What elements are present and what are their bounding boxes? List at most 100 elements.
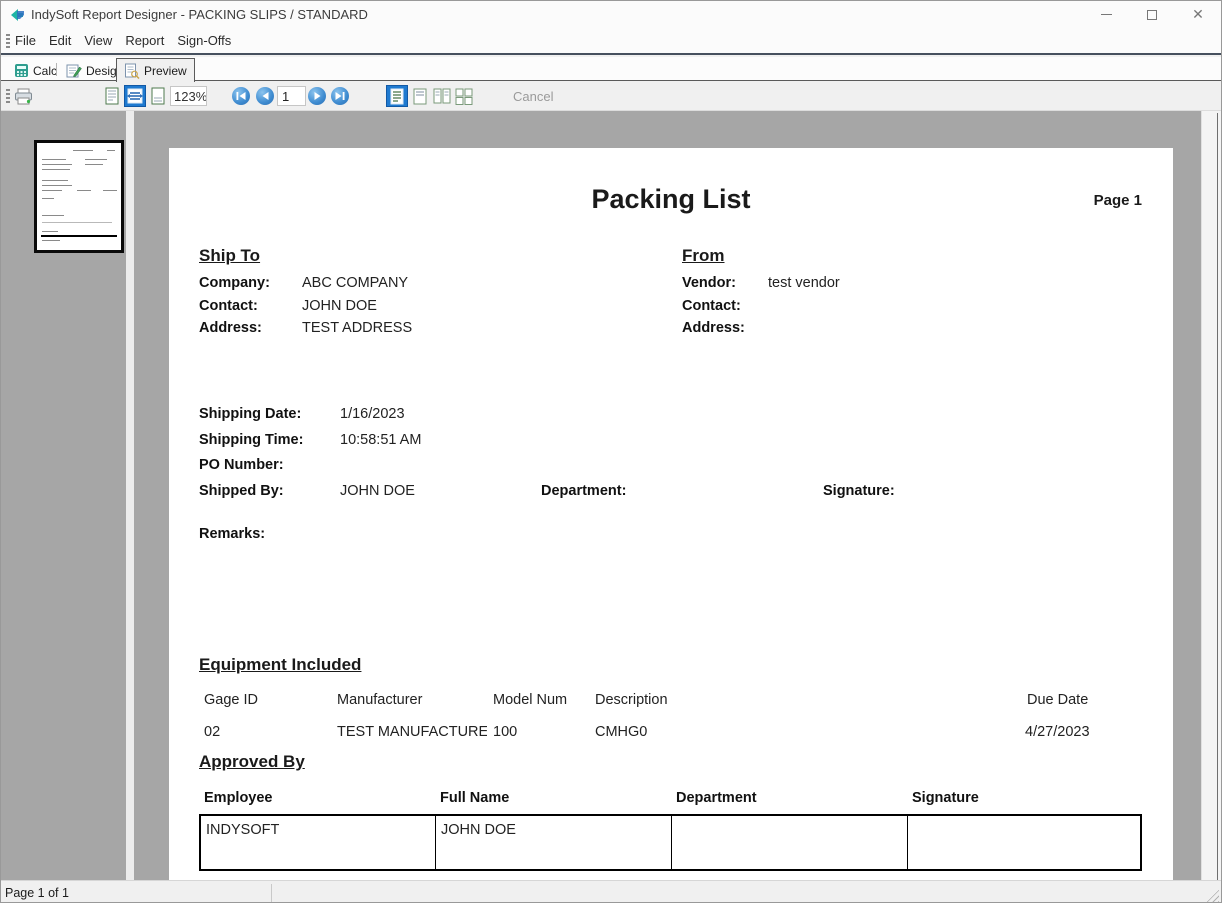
equipment-column-header: Description [595,692,668,708]
field-label: Shipping Time: [199,432,303,448]
report-title: Packing List [169,184,1173,215]
last-page-button[interactable] [331,87,349,105]
status-divider [271,884,272,902]
maximize-button[interactable] [1129,1,1175,28]
field-label: Shipping Date: [199,406,301,422]
single-page-icon [390,88,404,105]
menu-bar: File Edit View Report Sign-Offs [1,28,1221,55]
approved-cell [908,816,1140,869]
fit-width-icon [126,88,144,104]
calculator-icon [14,63,29,78]
tab-preview[interactable]: Preview [116,58,195,82]
field-value: JOHN DOE [302,298,377,314]
tab-calc-label: Calc [33,64,57,78]
tab-separator [56,63,57,76]
next-page-button[interactable] [308,87,326,105]
print-button[interactable] [11,85,37,107]
multiple-pages-icon [455,88,473,105]
from-heading: From [682,246,725,266]
approved-cell: JOHN DOE [436,816,672,869]
field-value: test vendor [768,275,840,291]
window-title: IndySoft Report Designer - PACKING SLIPS… [31,7,368,22]
resize-grip[interactable] [1205,888,1219,902]
zoom-100-button[interactable] [147,85,169,107]
vertical-scrollbar[interactable] [1201,111,1222,880]
minimize-button[interactable] [1083,1,1129,28]
next-page-icon [314,92,321,100]
menu-view[interactable]: View [84,33,112,48]
previous-page-icon [262,92,269,100]
last-page-icon [335,92,345,100]
tab-preview-label: Preview [144,64,187,78]
equipment-cell: TEST MANUFACTURER [337,724,487,740]
approved-column-header: Full Name [440,790,509,806]
report-page-number: Page 1 [1094,192,1142,209]
field-label: Address: [682,320,745,336]
preview-toolbar: 123% [1,82,1221,111]
layout-multiple-pages-button[interactable] [453,85,475,107]
layout-continuous-button[interactable] [409,85,431,107]
status-page-text: Page 1 of 1 [5,886,69,900]
equipment-heading: Equipment Included [199,655,361,675]
field-label: PO Number: [199,457,284,473]
status-bar: Page 1 of 1 [1,880,1221,903]
scrollbar-track-line [1217,113,1218,880]
approved-column-header: Employee [204,790,273,806]
printer-icon [14,88,34,105]
zoom-whole-page-button[interactable] [101,85,123,107]
report-page: Packing List Page 1 Ship To Company: ABC… [169,148,1173,880]
title-bar: IndySoft Report Designer - PACKING SLIPS… [1,1,1221,28]
menu-report[interactable]: Report [125,33,164,48]
ship-to-heading: Ship To [199,246,260,266]
page-thumbnail[interactable] [34,140,124,253]
equipment-cell: 02 [204,724,220,740]
zoom-level-field[interactable]: 123% [170,86,207,106]
thumbnail-panel [1,111,126,880]
equipment-column-header: Manufacturer [337,692,422,708]
field-value: TEST ADDRESS [302,320,412,336]
field-label: Vendor: [682,275,736,291]
field-value: 1/16/2023 [340,406,405,422]
toolbar-gripper[interactable] [6,89,10,103]
layout-two-pages-button[interactable] [431,85,453,107]
equipment-column-header: Due Date [1027,692,1088,708]
menu-edit[interactable]: Edit [49,33,71,48]
zoom-page-width-button[interactable] [124,85,146,107]
menu-sign-offs[interactable]: Sign-Offs [177,33,231,48]
remarks-label: Remarks: [199,526,265,542]
first-page-button[interactable] [232,87,250,105]
previous-page-button[interactable] [256,87,274,105]
equipment-cell: 100 [493,724,517,740]
approved-cell: INDYSOFT [201,816,436,869]
field-value: JOHN DOE [340,483,415,499]
approved-column-header: Signature [912,790,979,806]
tab-strip: Calc Design Preview [1,57,1221,81]
close-button[interactable]: ✕ [1175,1,1221,28]
menu-file[interactable]: File [15,33,36,48]
layout-single-page-button[interactable] [386,85,408,107]
equipment-cell: 4/27/2023 [1025,724,1090,740]
signature-label: Signature: [823,483,895,499]
preview-area: Packing List Page 1 Ship To Company: ABC… [134,111,1201,880]
continuous-pages-icon [413,88,427,105]
field-label: Company: [199,275,270,291]
menu-gripper[interactable] [6,34,10,48]
field-value: 10:58:51 AM [340,432,421,448]
equipment-column-header: Model Num [493,692,567,708]
field-label: Address: [199,320,262,336]
approved-cell [672,816,908,869]
page-number-input[interactable] [277,86,306,106]
panel-splitter[interactable] [126,111,134,880]
app-window: IndySoft Report Designer - PACKING SLIPS… [0,0,1222,903]
department-label: Department: [541,483,626,499]
field-label: Contact: [682,298,741,314]
first-page-icon [236,92,246,100]
app-icon [9,6,26,23]
equipment-cell: CMHG0 [595,724,647,740]
field-label: Shipped By: [199,483,284,499]
two-pages-icon [433,88,451,104]
field-value: ABC COMPANY [302,275,408,291]
cancel-button[interactable]: Cancel [513,89,553,104]
design-icon [66,63,82,78]
equipment-column-header: Gage ID [204,692,258,708]
